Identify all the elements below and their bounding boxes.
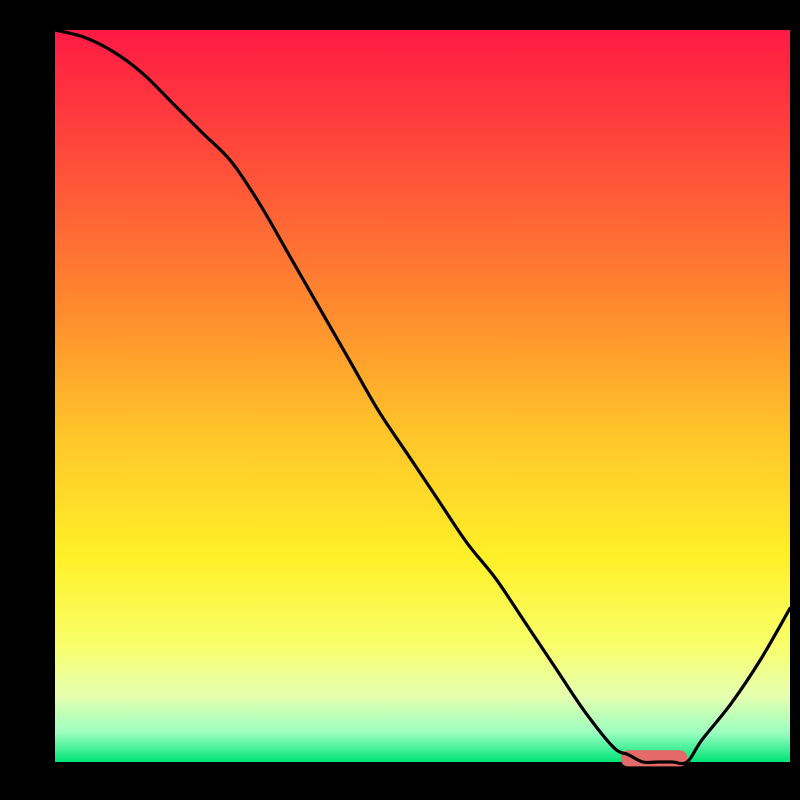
chart-frame: { "attribution": "TheBottleneck.com", "c… bbox=[0, 0, 800, 800]
plot-gradient bbox=[55, 30, 790, 762]
bottleneck-chart bbox=[0, 0, 800, 800]
